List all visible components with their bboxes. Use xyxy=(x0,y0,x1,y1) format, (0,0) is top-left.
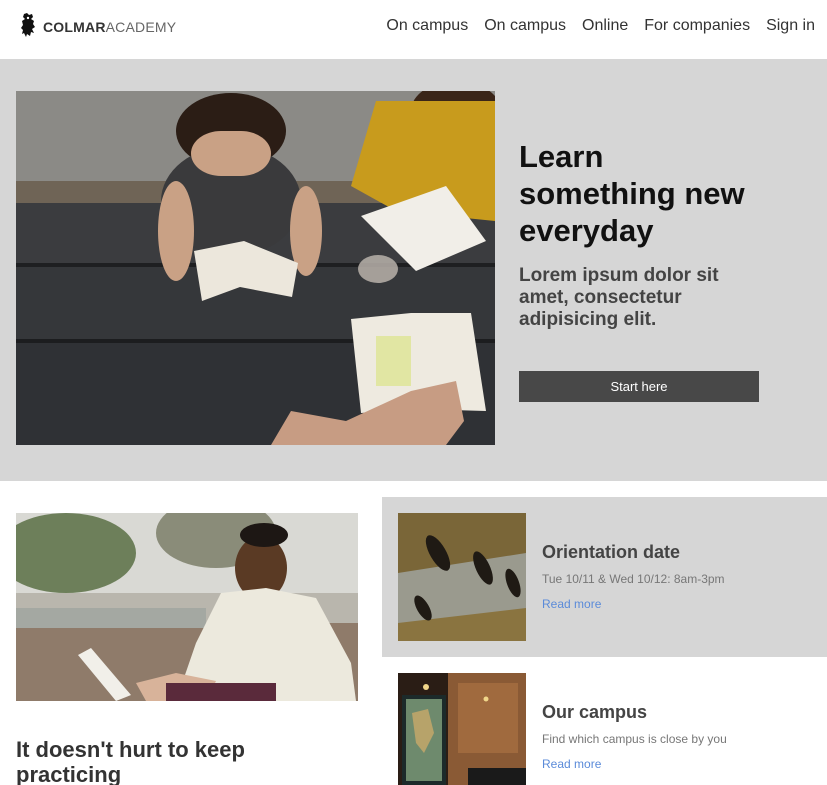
event-title: Our campus xyxy=(542,702,648,722)
read-more-link[interactable]: Read more xyxy=(542,597,601,611)
event-card-campus: Our campus Find which campus is close by… xyxy=(382,657,827,785)
start-here-button[interactable]: Start here xyxy=(519,371,759,402)
hero-title: Learn something new everyday xyxy=(519,139,745,248)
event-card-orientation: Orientation date Tue 10/11 & Wed 10/12: … xyxy=(382,497,827,657)
hero-subtitle: Lorem ipsum dolor sit amet, consectetur … xyxy=(519,265,719,330)
main-nav: On campus On campus Online For companies… xyxy=(386,17,815,35)
nav-sign-in[interactable]: Sign in xyxy=(766,17,815,35)
nav-on-campus-2[interactable]: On campus xyxy=(484,17,566,35)
read-more-link[interactable]: Read more xyxy=(542,757,601,771)
hero-image xyxy=(16,91,495,445)
feature-title: It doesn't hurt to keep practicing xyxy=(16,737,245,785)
event-desc: Find which campus is close by you xyxy=(542,732,727,746)
site-header: COLMARACADEMY On campus On campus Online… xyxy=(0,0,827,59)
nav-for-companies[interactable]: For companies xyxy=(644,17,750,35)
hero-section: Learn something new everyday Lorem ipsum… xyxy=(0,59,827,481)
orientation-thumbnail xyxy=(398,513,526,641)
feature-image xyxy=(16,513,358,701)
nav-online[interactable]: Online xyxy=(582,17,628,35)
event-desc: Tue 10/11 & Wed 10/12: 8am-3pm xyxy=(542,572,725,586)
logo-text: COLMARACADEMY xyxy=(43,18,177,35)
lion-logo-icon xyxy=(21,13,35,37)
logo[interactable]: COLMARACADEMY xyxy=(19,12,176,38)
page: COLMARACADEMY On campus On campus Online… xyxy=(0,0,827,785)
nav-on-campus[interactable]: On campus xyxy=(386,17,468,35)
event-title: Orientation date xyxy=(542,542,681,562)
campus-thumbnail xyxy=(398,673,526,785)
